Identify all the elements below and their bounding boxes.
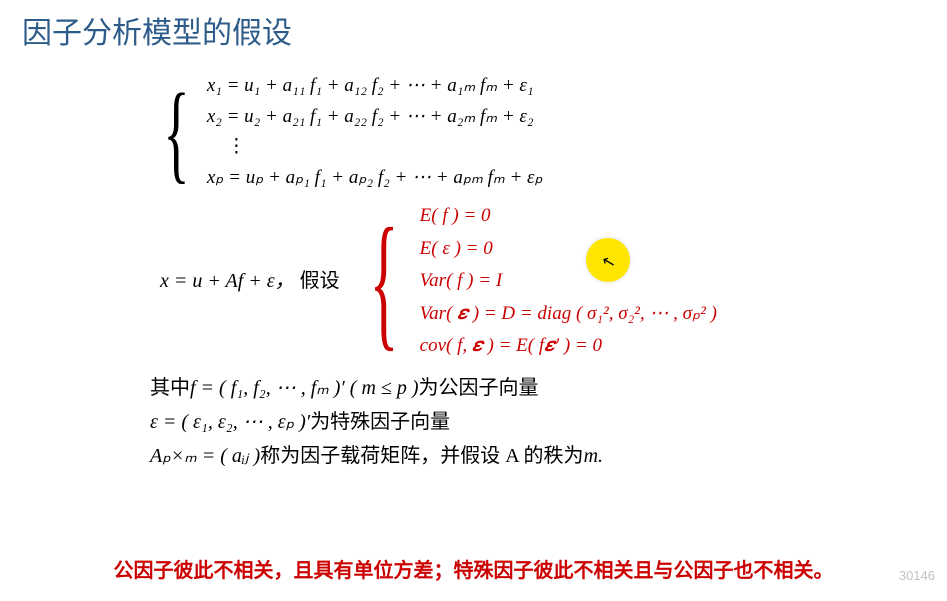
watermark-text: 30146 — [899, 568, 935, 583]
equation-1: x₁ = u₁ + a₁₁ f₁ + a₁₂ f₂ + ⋯ + a₁ₘ fₘ +… — [207, 72, 543, 101]
description-block: 其中f = ( f₁, f₂, ⋯ , fₘ )′ ( m ≤ p )为公因子向… — [150, 371, 947, 473]
assumption-1: E( f ) = 0 — [420, 202, 717, 231]
equation-system: { x₁ = u₁ + a₁₁ f₁ + a₁₂ f₂ + ⋯ + a₁ₘ fₘ… — [150, 72, 947, 192]
bottom-conclusion: 公因子彼此不相关，且具有单位方差；特殊因子彼此不相关且与公因子也不相关。 — [0, 554, 947, 583]
slide-body: { x₁ = u₁ + a₁₁ f₁ + a₁₂ f₂ + ⋯ + a₁ₘ fₘ… — [0, 52, 947, 473]
assumption-2: E( ε ) = 0 — [420, 235, 717, 264]
desc-1-suffix: 为公因子向量 — [419, 377, 539, 399]
compact-lhs: x = u + Af + ε， — [160, 270, 295, 292]
assumption-4: Var( 𝜺 ) = D = diag ( σ₁², σ₂², ⋯ , σₚ² … — [420, 300, 717, 329]
equation-2: x₂ = u₂ + a₂₁ f₁ + a₂₂ f₂ + ⋯ + a₂ₘ fₘ +… — [207, 103, 543, 132]
left-brace-red-icon: { — [369, 214, 398, 349]
compact-equation: x = u + Af + ε， 假设 — [160, 266, 340, 296]
assumption-5: cov( f, 𝜺 ) = E( f𝜺′ ) = 0 — [420, 332, 717, 361]
desc-3-text: 称为因子载荷矩阵，并假设 A 的秩为 — [260, 445, 583, 467]
desc-2-math: ε = ( ε₁, ε₂, ⋯ , εₚ )′ — [150, 411, 310, 433]
desc-3-math: Aₚ×ₘ = ( aᵢⱼ ) — [150, 445, 260, 467]
desc-line-3: Aₚ×ₘ = ( aᵢⱼ )称为因子载荷矩阵，并假设 A 的秩为m. — [150, 439, 947, 473]
desc-line-1: 其中f = ( f₁, f₂, ⋯ , fₘ )′ ( m ≤ p )为公因子向… — [150, 371, 947, 405]
compact-form-row: x = u + Af + ε， 假设 { E( f ) = 0 E( ε ) =… — [160, 202, 947, 361]
left-brace-icon: { — [163, 83, 189, 182]
desc-1-math: f = ( f₁, f₂, ⋯ , fₘ )′ ( m ≤ p ) — [190, 377, 419, 399]
equation-p: xₚ = uₚ + aₚ₁ f₁ + aₚ₂ f₂ + ⋯ + aₚₘ fₘ +… — [207, 164, 543, 193]
desc-1-prefix: 其中 — [150, 377, 190, 399]
assumption-3: Var( f ) = I — [420, 267, 717, 296]
desc-line-2: ε = ( ε₁, ε₂, ⋯ , εₚ )′为特殊因子向量 — [150, 405, 947, 439]
equation-dots: ⋮ — [207, 133, 543, 162]
desc-2-suffix: 为特殊因子向量 — [310, 411, 450, 433]
assumptions-block: E( f ) = 0 E( ε ) = 0 Var( f ) = I Var( … — [420, 202, 717, 361]
assumption-label: 假设 — [300, 270, 340, 292]
slide-title: 因子分析模型的假设 — [0, 0, 947, 52]
desc-3-m: m. — [584, 445, 603, 467]
